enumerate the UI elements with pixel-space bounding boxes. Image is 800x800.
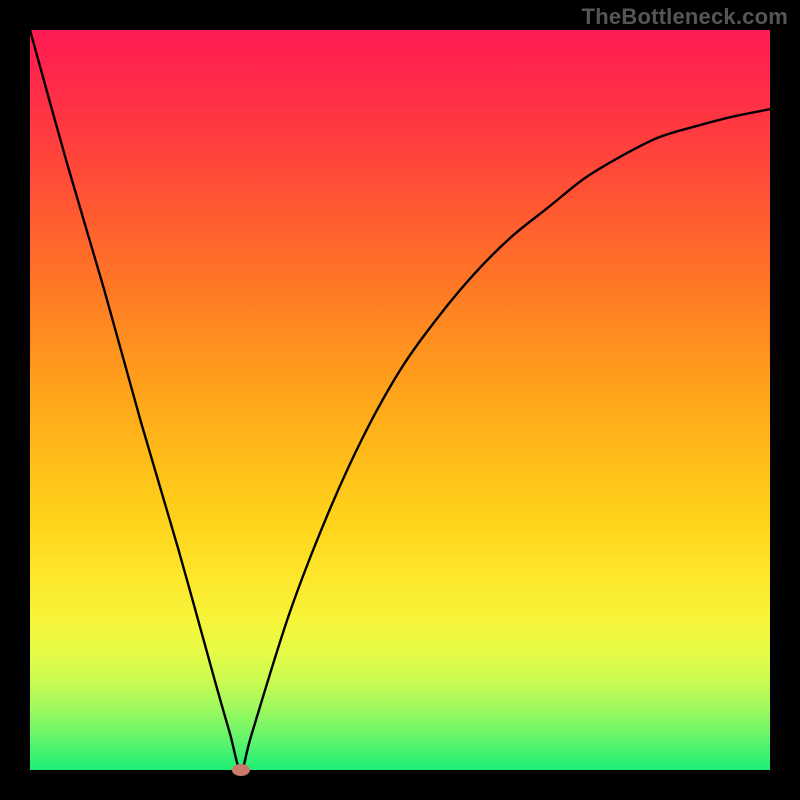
- watermark-text: TheBottleneck.com: [582, 4, 788, 30]
- plot-area: [30, 30, 770, 770]
- bottleneck-curve: [30, 30, 770, 770]
- chart-frame: TheBottleneck.com: [0, 0, 800, 800]
- curve-svg: [30, 30, 770, 770]
- minimum-marker: [232, 764, 250, 776]
